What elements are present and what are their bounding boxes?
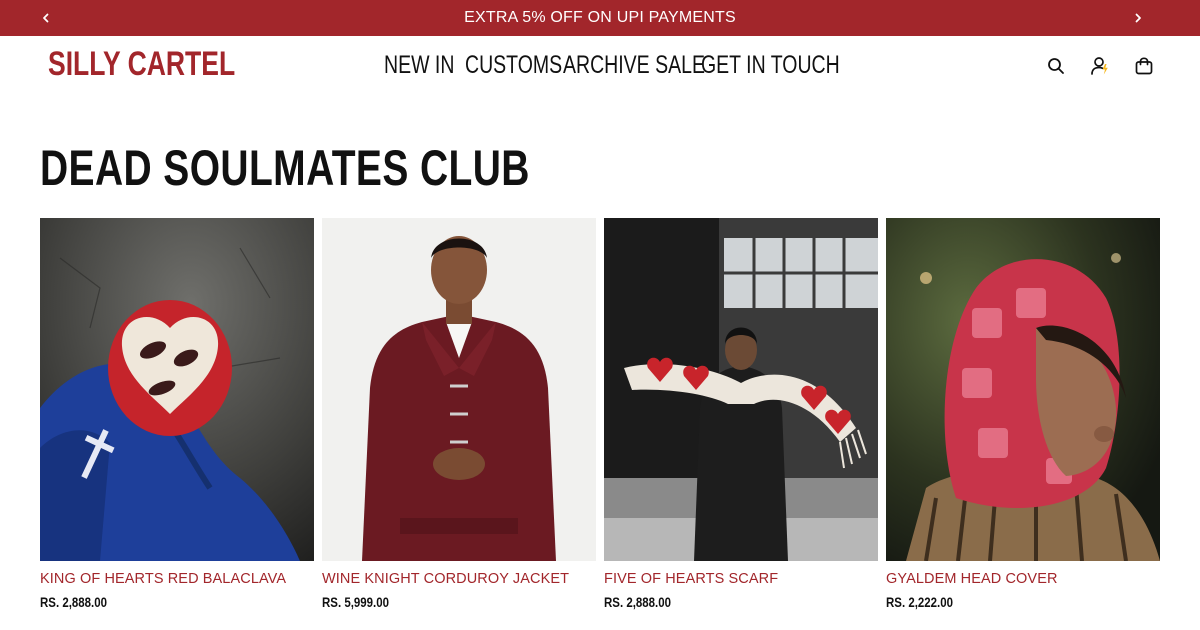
main-nav: NEW IN CUSTOMS ARCHIVE SALE GET IN TOUCH <box>384 50 840 80</box>
nav-item-new-in[interactable]: NEW IN <box>384 50 454 80</box>
announcement-bar: EXTRA 5% OFF ON UPI PAYMENTS <box>0 0 1200 36</box>
product-image-scarf[interactable] <box>604 218 878 561</box>
nav-item-archive-sale[interactable]: ARCHIVE SALE <box>563 50 705 80</box>
nav-item-get-in-touch[interactable]: GET IN TOUCH <box>701 50 840 80</box>
site-logo[interactable]: SILLY CARTEL <box>48 46 235 82</box>
site-header: SILLY CARTEL NEW IN CUSTOMS ARCHIVE SALE… <box>0 36 1200 96</box>
nav-item-customs[interactable]: CUSTOMS <box>465 50 562 80</box>
product-price: RS. 2,222.00 <box>886 594 954 610</box>
product-name[interactable]: WINE KNIGHT CORDUROY JACKET <box>322 570 596 588</box>
product-card[interactable]: GYALDEM HEAD COVER RS. 2,222.00 <box>886 218 1160 611</box>
product-price: RS. 5,999.00 <box>322 594 390 610</box>
product-card[interactable]: KING OF HEARTS RED BALACLAVA RS. 2,888.0… <box>40 218 314 611</box>
chevron-left-icon <box>40 12 52 24</box>
account-button[interactable] <box>1088 54 1112 78</box>
search-button[interactable] <box>1044 54 1068 78</box>
search-icon <box>1047 57 1065 75</box>
cart-button[interactable] <box>1132 54 1156 78</box>
bag-icon <box>1134 56 1154 76</box>
product-card[interactable]: FIVE OF HEARTS SCARF RS. 2,888.00 <box>604 218 878 611</box>
account-icon <box>1089 55 1111 77</box>
announcement-next-button[interactable] <box>1120 0 1156 36</box>
product-image-balaclava[interactable] <box>40 218 314 561</box>
product-price: RS. 2,888.00 <box>604 594 672 610</box>
product-name[interactable]: FIVE OF HEARTS SCARF <box>604 570 878 588</box>
product-image-head-cover[interactable] <box>886 218 1160 561</box>
product-name[interactable]: KING OF HEARTS RED BALACLAVA <box>40 570 314 588</box>
chevron-right-icon <box>1132 12 1144 24</box>
announcement-prev-button[interactable] <box>28 0 64 36</box>
product-card[interactable]: WINE KNIGHT CORDUROY JACKET RS. 5,999.00 <box>322 218 596 611</box>
collection-title: DEAD SOULMATES CLUB <box>40 140 530 196</box>
product-price: RS. 2,888.00 <box>40 594 108 610</box>
product-grid: KING OF HEARTS RED BALACLAVA RS. 2,888.0… <box>40 218 1160 611</box>
product-name[interactable]: GYALDEM HEAD COVER <box>886 570 1160 588</box>
product-image-jacket[interactable] <box>322 218 596 561</box>
header-actions <box>1044 54 1156 78</box>
announcement-text: EXTRA 5% OFF ON UPI PAYMENTS <box>464 9 736 26</box>
